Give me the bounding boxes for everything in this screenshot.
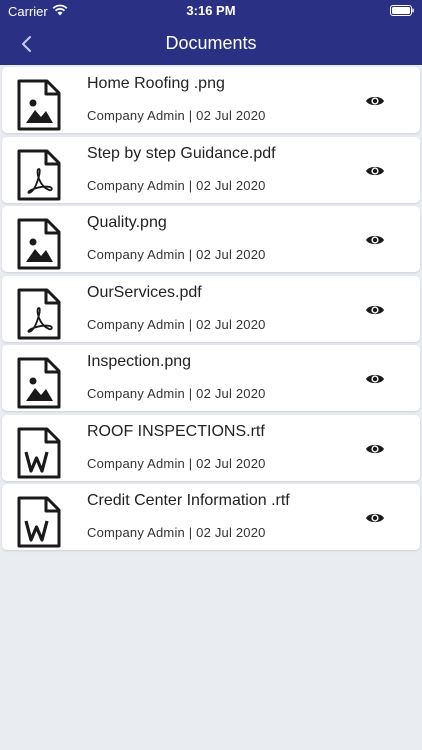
document-name: Credit Center Information .rtf (87, 492, 290, 509)
word-file-icon (17, 496, 61, 548)
nav-bar: Documents (0, 22, 422, 65)
document-meta: Company Admin | 02 Jul 2020 (87, 247, 266, 262)
document-meta: Company Admin | 02 Jul 2020 (87, 386, 266, 401)
eye-icon[interactable] (365, 94, 385, 108)
eye-icon[interactable] (365, 442, 385, 456)
document-name: Home Roofing .png (87, 75, 225, 92)
document-item[interactable]: Credit Center Information .rtf Company Ad… (2, 484, 420, 550)
image-file-icon (17, 79, 61, 131)
document-name: OurServices.pdf (87, 283, 202, 301)
page-title: Documents (165, 33, 257, 53)
document-item[interactable]: Home Roofing .png Company Admin | 02 Jul … (2, 67, 420, 133)
eye-icon[interactable] (365, 303, 385, 317)
document-name: Step by step Guidance.pdf (87, 144, 276, 162)
image-file-icon (17, 218, 61, 270)
eye-icon[interactable] (365, 233, 385, 247)
status-time: 3:16 PM (186, 3, 236, 18)
document-meta: Company Admin | 02 Jul 2020 (87, 525, 266, 540)
document-meta: Company Admin | 02 Jul 2020 (87, 177, 266, 193)
eye-icon[interactable] (365, 372, 385, 386)
image-file-icon (17, 357, 61, 409)
document-item[interactable]: OurServices.pdf Company Admin | 02 Jul 20… (2, 275, 420, 342)
document-name: Quality.png (87, 214, 167, 231)
header: Carrier 3:16 PM Documents (0, 0, 422, 65)
pdf-file-icon (17, 288, 61, 339)
status-bar: Carrier 3:16 PM (0, 0, 422, 22)
document-name: ROOF INSPECTIONS.rtf (87, 422, 265, 440)
eye-icon[interactable] (365, 511, 385, 525)
eye-icon[interactable] (365, 164, 385, 178)
word-file-icon (17, 427, 61, 478)
document-name: Inspection.png (87, 353, 192, 370)
document-meta: Company Admin | 02 Jul 2020 (87, 455, 266, 471)
document-item[interactable]: Quality.png Company Admin | 02 Jul 2020 (2, 206, 420, 272)
battery-icon (390, 5, 414, 16)
document-item[interactable]: Inspection.png Company Admin | 02 Jul 202… (2, 345, 420, 411)
document-item[interactable]: Step by step Guidance.pdf Company Admin |… (2, 136, 420, 203)
document-meta: Company Admin | 02 Jul 2020 (87, 316, 266, 332)
document-meta: Company Admin | 02 Jul 2020 (87, 108, 266, 123)
pdf-file-icon (17, 149, 61, 200)
document-item[interactable]: ROOF INSPECTIONS.rtf Company Admin | 02 J… (2, 414, 420, 481)
